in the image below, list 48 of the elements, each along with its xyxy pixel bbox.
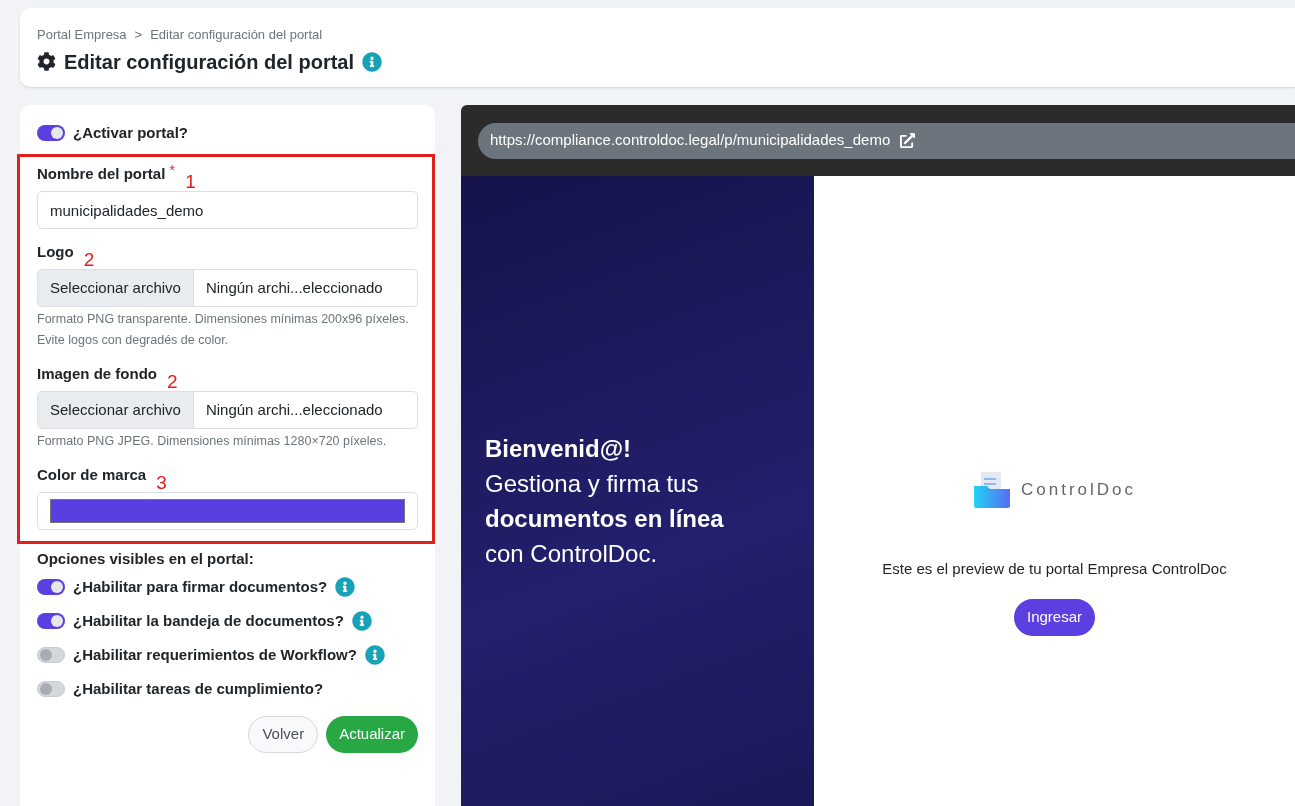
external-link-icon[interactable]	[900, 133, 916, 148]
toggle-switch[interactable]	[37, 681, 65, 697]
back-button[interactable]: Volver	[248, 716, 319, 753]
choose-file-button[interactable]: Seleccionar archivo	[38, 392, 194, 428]
preview-message: Este es el preview de tu portal Empresa ControlDoc	[882, 559, 1227, 579]
file-input[interactable]: Seleccionar archivo Ningún archi...eleccionado	[37, 391, 418, 429]
toggle-label: ¿Habilitar la bandeja de documentos?	[73, 610, 344, 631]
toggle-switch[interactable]	[37, 125, 65, 141]
field-label: Logo	[37, 241, 74, 262]
help-text: Formato PNG JPEG. Dimensiones mínimas 1280×720 píxeles.	[37, 433, 388, 450]
field-label: Color de marca	[37, 464, 147, 485]
file-input[interactable]: Seleccionar archivo Ningún archi...eleccionado	[37, 269, 418, 307]
field-label: Imagen de fondo	[37, 363, 157, 384]
toggle-label: ¿Activar portal?	[73, 122, 189, 143]
url-bar[interactable]: https://compliance.controldoc.legal/p/municipalidades_demo	[478, 122, 1295, 159]
page-title: Editar configuración del portal	[64, 49, 355, 75]
toggle-switch[interactable]	[37, 613, 65, 629]
text-input[interactable]: municipalidades_demo	[37, 191, 418, 229]
field-label: Nombre del portal	[37, 163, 166, 184]
toggle-switch[interactable]	[37, 647, 65, 663]
info-icon[interactable]	[351, 611, 372, 631]
login-button[interactable]: Ingresar	[1014, 598, 1095, 636]
toggle-switch[interactable]	[37, 579, 65, 595]
section-title: Opciones visibles en el portal:	[37, 549, 255, 569]
url-text: https://compliance.controldoc.legal/p/municipalidades_demo	[490, 130, 891, 151]
toggle-label: ¿Habilitar requerimientos de Workflow?	[73, 644, 357, 665]
help-text: Formato PNG transparente. Dimensiones mínimas 200x96 píxeles. Evite logos con degradés de color.	[37, 311, 410, 349]
annotation-number: 3	[156, 473, 167, 492]
choose-file-button[interactable]: Seleccionar archivo	[38, 270, 194, 306]
annotation-number: 2	[83, 250, 95, 269]
breadcrumb-separator: >	[134, 26, 143, 44]
info-icon[interactable]	[362, 51, 383, 72]
welcome-text: Bienvenid@! Gestiona y firma tus documentos en línea con ControlDoc.	[485, 434, 724, 569]
annotation-number: 1	[185, 172, 196, 191]
toggle-label: ¿Habilitar tareas de cumplimiento?	[73, 678, 324, 699]
breadcrumb-link[interactable]: Portal Empresa	[37, 25, 127, 45]
file-name: Ningún archi...eleccionado	[204, 277, 384, 298]
folder-icon	[972, 472, 1011, 508]
info-icon[interactable]	[335, 577, 356, 597]
info-icon[interactable]	[364, 645, 385, 665]
required-mark: *	[169, 160, 176, 180]
breadcrumb-current: Editar configuración del portal	[150, 26, 323, 44]
file-name: Ningún archi...eleccionado	[204, 399, 384, 420]
logo-text: ControlDoc	[1020, 479, 1136, 502]
annotation-number: 2	[167, 372, 178, 391]
toggle-label: ¿Habilitar para firmar documentos?	[73, 576, 328, 597]
settings-icon	[37, 52, 56, 71]
color-input[interactable]	[37, 492, 418, 530]
